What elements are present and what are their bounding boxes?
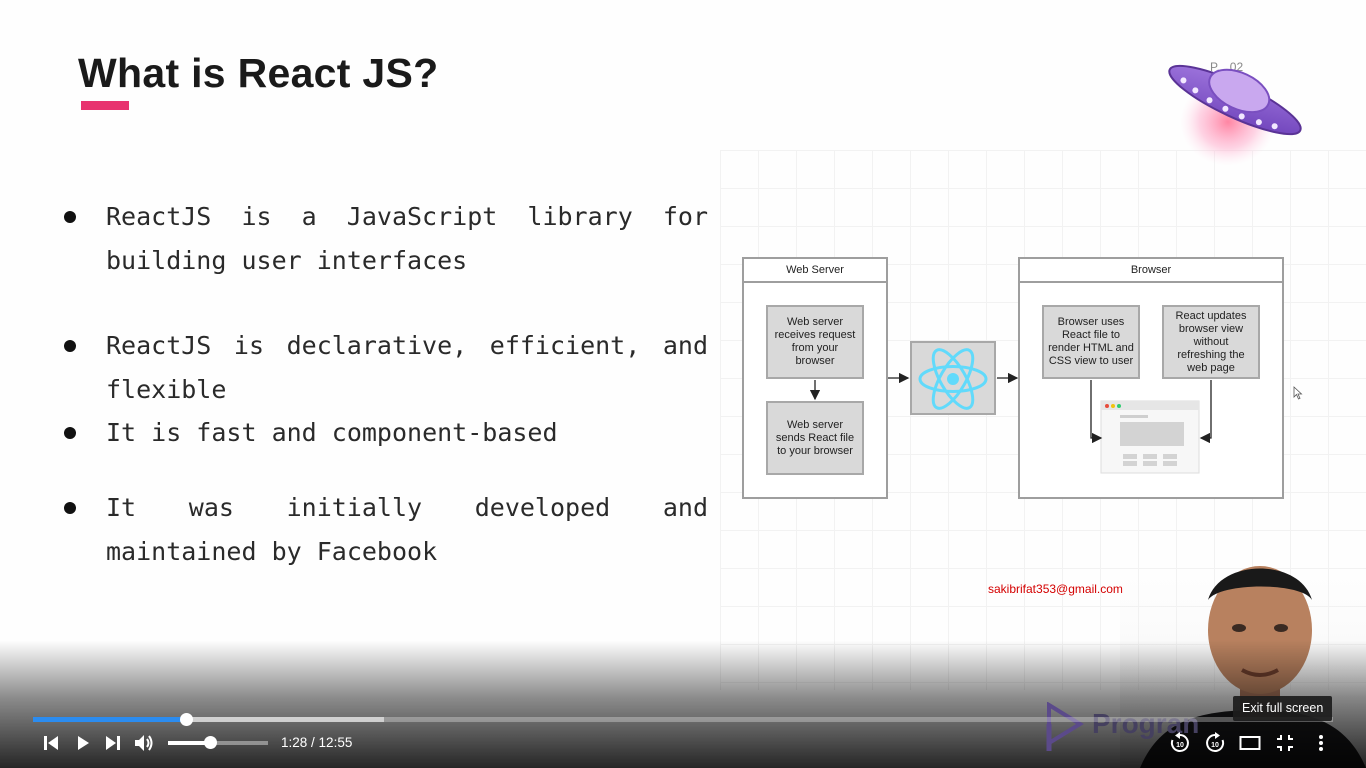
web-server-send-step: Web server sends React file to your brow… — [766, 401, 864, 475]
bullet-text: It was initially developed and maintaine… — [106, 493, 708, 566]
mouse-cursor-icon — [1293, 386, 1303, 400]
browser-window-icon — [1100, 400, 1200, 474]
skip-previous-icon — [44, 736, 58, 750]
time-separator: / — [307, 735, 319, 750]
skip-next-icon — [106, 736, 120, 750]
exit-fullscreen-icon — [1277, 735, 1293, 751]
browser-update-step: React updates browser view without refre… — [1162, 305, 1260, 379]
watermark-email: sakibrifat353@gmail.com — [988, 582, 1123, 596]
volume-handle[interactable] — [204, 736, 217, 749]
web-server-receive-step: Web server receives request from your br… — [766, 305, 864, 379]
svg-text:10: 10 — [1211, 742, 1219, 749]
rewind-10-icon: 10 — [1170, 732, 1189, 752]
forward-10-icon: 10 — [1206, 732, 1225, 752]
next-button[interactable] — [100, 731, 126, 755]
forward-10-button[interactable]: 10 — [1202, 731, 1228, 755]
bullet-dot — [64, 502, 76, 514]
react-box — [910, 341, 996, 415]
more-options-button[interactable] — [1308, 731, 1334, 755]
player-shade — [0, 640, 1366, 768]
rewind-10-button[interactable]: 10 — [1167, 731, 1193, 755]
more-vert-icon — [1319, 735, 1323, 751]
mute-button[interactable] — [131, 731, 157, 755]
duration: 12:55 — [318, 735, 353, 750]
volume-icon — [135, 735, 153, 751]
slide-title: What is React JS? — [78, 50, 439, 96]
title-underline — [81, 101, 129, 110]
exit-fullscreen-tooltip: Exit full screen — [1233, 696, 1333, 721]
current-time: 1:28 — [281, 735, 308, 750]
web-server-title: Web Server — [744, 259, 886, 283]
bullet-dot — [64, 340, 76, 352]
previous-button[interactable] — [38, 731, 64, 755]
bullet-text: ReactJS is declarative, efficient, and f… — [106, 331, 708, 404]
time-display: 1:28 / 12:55 — [281, 735, 352, 750]
progress-played — [33, 717, 187, 722]
bullet-text: It is fast and component-based — [106, 418, 558, 447]
ufo-icon — [1168, 64, 1302, 166]
theater-mode-button[interactable] — [1237, 731, 1263, 755]
react-logo-icon — [918, 348, 988, 410]
brand-logo-icon — [1046, 702, 1084, 751]
theater-mode-icon — [1239, 736, 1261, 750]
bullet-text: ReactJS is a JavaScript library for buil… — [106, 202, 708, 275]
volume-slider[interactable] — [168, 736, 268, 749]
progress-bar[interactable] — [33, 713, 1333, 726]
play-icon — [78, 736, 89, 750]
play-button[interactable] — [70, 731, 96, 755]
bullet-dot — [64, 211, 76, 223]
bullet-dot — [64, 427, 76, 439]
browser-render-step: Browser uses React file to render HTML a… — [1042, 305, 1140, 379]
svg-text:10: 10 — [1176, 742, 1184, 749]
exit-fullscreen-button[interactable] — [1272, 731, 1298, 755]
browser-title: Browser — [1020, 259, 1282, 283]
